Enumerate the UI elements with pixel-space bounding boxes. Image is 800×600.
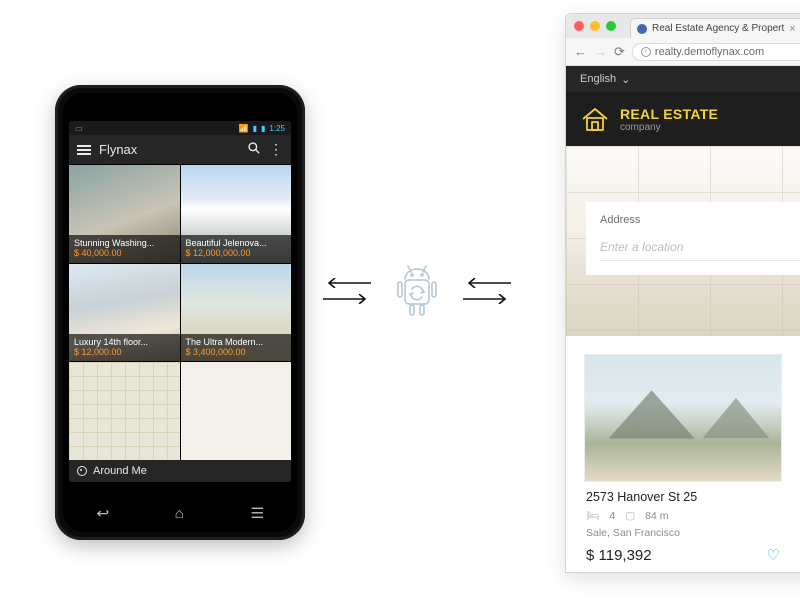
minimize-window-icon[interactable] — [590, 21, 600, 31]
app-title: Flynax — [99, 142, 239, 157]
close-window-icon[interactable] — [574, 21, 584, 31]
android-sync-icon — [393, 263, 441, 319]
battery-icon: ▮ — [261, 124, 265, 133]
search-card: Address — [586, 202, 800, 275]
listing-title: Beautiful Jelenova... — [186, 238, 287, 248]
tab-favicon — [637, 24, 647, 34]
area-icon: ▢ — [625, 510, 635, 522]
browser-tab[interactable]: Real Estate Agency & Propert × — [630, 18, 800, 38]
url-text: realty.demoflynax.com — [655, 46, 764, 58]
language-label: English — [580, 73, 616, 85]
listings-section: 2573 Hanover St 25 🛏 4 ▢ 84 m Sale, San … — [566, 336, 800, 564]
close-tab-icon[interactable]: × — [789, 23, 795, 35]
forward-icon[interactable]: → — [594, 44, 607, 59]
recent-button[interactable]: ☰ — [250, 505, 264, 522]
hero-section: Address — [566, 146, 800, 336]
brand-name: REAL ESTATE — [620, 106, 718, 122]
android-phone-frame: ▭ 📶 ▮ ▮ 1:25 Flynax ⋮ Stunning Washing.. — [55, 85, 305, 540]
arrow-left-icon — [463, 278, 511, 288]
area-value: 84 m — [645, 510, 668, 522]
address-bar[interactable]: i realty.demoflynax.com — [632, 43, 800, 61]
signal-icon: ▮ — [253, 124, 257, 133]
listings-grid: Stunning Washing... $ 40,000.00 Beautifu… — [69, 165, 291, 460]
listing-price: $ 12,000.00 — [74, 347, 175, 357]
brand-bar: REAL ESTATE company — [566, 92, 800, 146]
overflow-icon[interactable]: ⋮ — [269, 141, 283, 158]
around-me-label: Around Me — [93, 465, 147, 477]
beds-count: 4 — [609, 510, 615, 522]
listing-price: $ 3,400,000.00 — [186, 347, 287, 357]
browser-titlebar: Real Estate Agency & Propert × — [566, 14, 800, 38]
arrow-left-icon — [323, 278, 371, 288]
listing-caption: The Ultra Modern... $ 3,400,000.00 — [181, 334, 292, 362]
listing-tile[interactable]: The Ultra Modern... $ 3,400,000.00 — [181, 264, 292, 362]
phone-screen: ▭ 📶 ▮ ▮ 1:25 Flynax ⋮ Stunning Washing.. — [69, 121, 291, 482]
map-image — [69, 362, 180, 460]
browser-window: Real Estate Agency & Propert × ← → ⟳ i r… — [565, 13, 800, 573]
arrow-right-icon — [323, 294, 371, 304]
arrow-right-icon — [463, 294, 511, 304]
around-me-bar[interactable]: Around Me — [69, 460, 291, 482]
listing-title: Luxury 14th floor... — [74, 337, 175, 347]
listing-title: The Ultra Modern... — [186, 337, 287, 347]
listing-caption: Luxury 14th floor... $ 12,000.00 — [69, 334, 180, 362]
status-time: 1:25 — [269, 124, 285, 133]
listing-price: $ 119,392 — [586, 547, 652, 564]
chevron-down-icon: ⌄ — [621, 73, 630, 86]
tab-title: Real Estate Agency & Propert — [652, 23, 784, 34]
listing-price: $ 40,000.00 — [74, 248, 175, 258]
target-icon — [77, 466, 87, 476]
listing-tile[interactable]: Stunning Washing... $ 40,000.00 — [69, 165, 180, 263]
browser-toolbar: ← → ⟳ i realty.demoflynax.com — [566, 38, 800, 66]
bed-icon: 🛏 — [586, 509, 599, 522]
search-label: Address — [600, 214, 800, 226]
blank-image — [181, 362, 292, 460]
sync-diagram — [323, 263, 511, 319]
app-bar: Flynax ⋮ — [69, 135, 291, 165]
page-content: English ⌄ REAL ESTATE company Address — [566, 66, 800, 572]
location-input[interactable] — [600, 233, 800, 261]
listing-body: 2573 Hanover St 25 🛏 4 ▢ 84 m Sale, San … — [584, 482, 782, 564]
listing-photo — [584, 354, 782, 482]
search-icon[interactable] — [247, 141, 261, 158]
menu-icon[interactable] — [77, 145, 91, 155]
price-row: $ 119,392 ♡ — [586, 546, 780, 564]
arrows-left — [323, 278, 371, 304]
brand-text: REAL ESTATE company — [620, 106, 718, 133]
phone-inner: ▭ 📶 ▮ ▮ 1:25 Flynax ⋮ Stunning Washing.. — [63, 93, 297, 532]
wifi-icon: 📶 — [239, 124, 249, 133]
listing-title: Stunning Washing... — [74, 238, 175, 248]
listing-price: $ 12,000,000.00 — [186, 248, 287, 258]
blank-tile — [181, 362, 292, 460]
status-left-icon: ▭ — [75, 124, 83, 133]
language-bar[interactable]: English ⌄ — [566, 66, 800, 92]
back-icon[interactable]: ← — [574, 44, 587, 59]
home-button[interactable]: ⌂ — [175, 505, 184, 522]
house-icon — [580, 105, 610, 133]
reload-icon[interactable]: ⟳ — [614, 44, 625, 60]
listing-tile[interactable]: Beautiful Jelenova... $ 12,000,000.00 — [181, 165, 292, 263]
listing-card[interactable]: 2573 Hanover St 25 🛏 4 ▢ 84 m Sale, San … — [584, 354, 782, 564]
android-status-bar: ▭ 📶 ▮ ▮ 1:25 — [69, 121, 291, 135]
maximize-window-icon[interactable] — [606, 21, 616, 31]
arrows-right — [463, 278, 511, 304]
listing-tile[interactable]: Luxury 14th floor... $ 12,000.00 — [69, 264, 180, 362]
listing-address: 2573 Hanover St 25 — [586, 490, 780, 504]
heart-icon[interactable]: ♡ — [767, 546, 780, 564]
map-tile[interactable] — [69, 362, 180, 460]
site-info-icon[interactable]: i — [641, 47, 651, 57]
listing-location: Sale, San Francisco — [586, 527, 780, 539]
brand-tag: company — [620, 122, 718, 133]
android-nav-buttons: ↩ ⌂ ☰ — [63, 505, 297, 522]
listing-caption: Beautiful Jelenova... $ 12,000,000.00 — [181, 235, 292, 263]
back-button[interactable]: ↩ — [96, 505, 109, 522]
listing-caption: Stunning Washing... $ 40,000.00 — [69, 235, 180, 263]
listing-meta: 🛏 4 ▢ 84 m — [586, 509, 780, 522]
